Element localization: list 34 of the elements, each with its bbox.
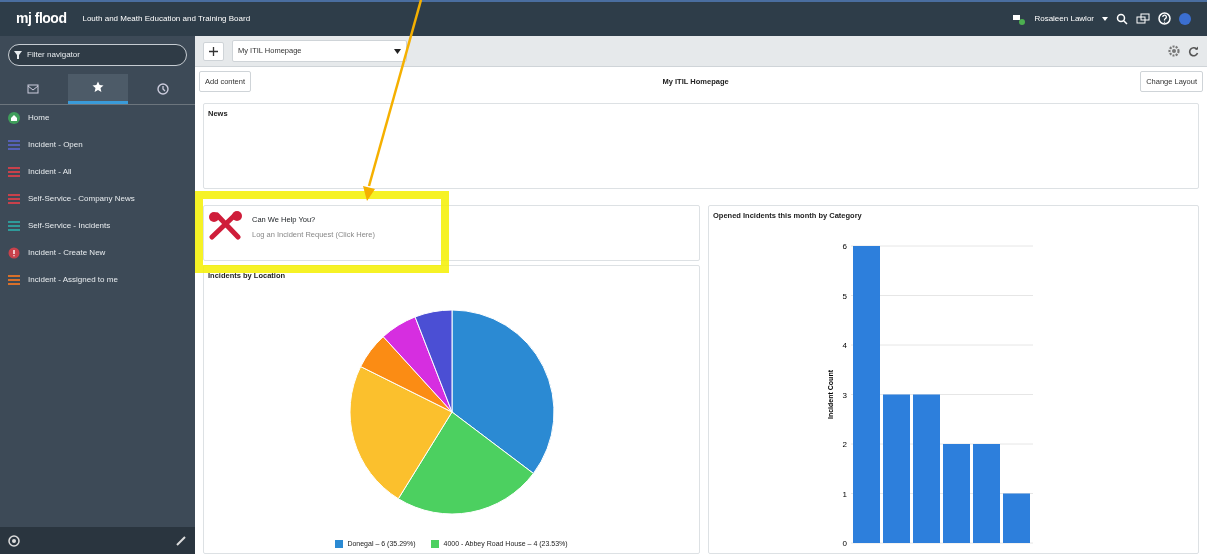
navigator-item[interactable]: Incident - Assigned to me — [28, 274, 118, 287]
navigator-tab[interactable] — [67, 74, 128, 104]
user-menu[interactable]: Rosaleen Lawlor — [1034, 13, 1094, 25]
star-icon — [91, 81, 104, 94]
filter-icon — [14, 51, 22, 59]
axis-tick-label: 6 — [842, 241, 847, 251]
axis-tick-label: 2 — [842, 439, 847, 449]
navigator-item[interactable]: Home — [28, 112, 50, 125]
axis-tick-label: 3 — [842, 390, 847, 400]
axis-tick-label: 4 — [842, 340, 847, 350]
pencil-icon[interactable] — [175, 534, 187, 547]
help-icon[interactable] — [1158, 12, 1171, 26]
logo: mj flood — [16, 9, 67, 29]
navigator-item[interactable]: Self-Service - Company News — [28, 193, 135, 206]
user-avatar-icon — [1012, 13, 1027, 25]
navigator-item[interactable]: Incident - Open — [28, 139, 83, 152]
navigator-item[interactable]: Incident - Create New — [28, 247, 106, 260]
clock-icon — [156, 83, 169, 95]
add-dashboard-button[interactable] — [203, 41, 224, 61]
organization-name: Louth and Meath Education and Training Board — [82, 13, 251, 25]
refresh-icon[interactable] — [1188, 45, 1199, 57]
axis-tick-label: 0 — [842, 538, 847, 548]
axis-tick-label: 5 — [842, 291, 847, 301]
settings-icon[interactable] — [1168, 45, 1180, 57]
target-icon[interactable] — [8, 534, 20, 547]
caret-icon — [394, 48, 401, 54]
axis-tick-label: 1 — [842, 489, 847, 499]
caret-icon — [1102, 17, 1108, 21]
filter-navigator-field[interactable]: Filter navigator — [8, 44, 187, 66]
plus-icon — [209, 46, 218, 56]
navigator-item[interactable]: Self-Service - Incidents — [28, 220, 111, 233]
navigator-item[interactable]: Incident - All — [28, 166, 72, 179]
inbox-icon — [26, 83, 39, 95]
search-icon[interactable] — [1116, 13, 1128, 25]
